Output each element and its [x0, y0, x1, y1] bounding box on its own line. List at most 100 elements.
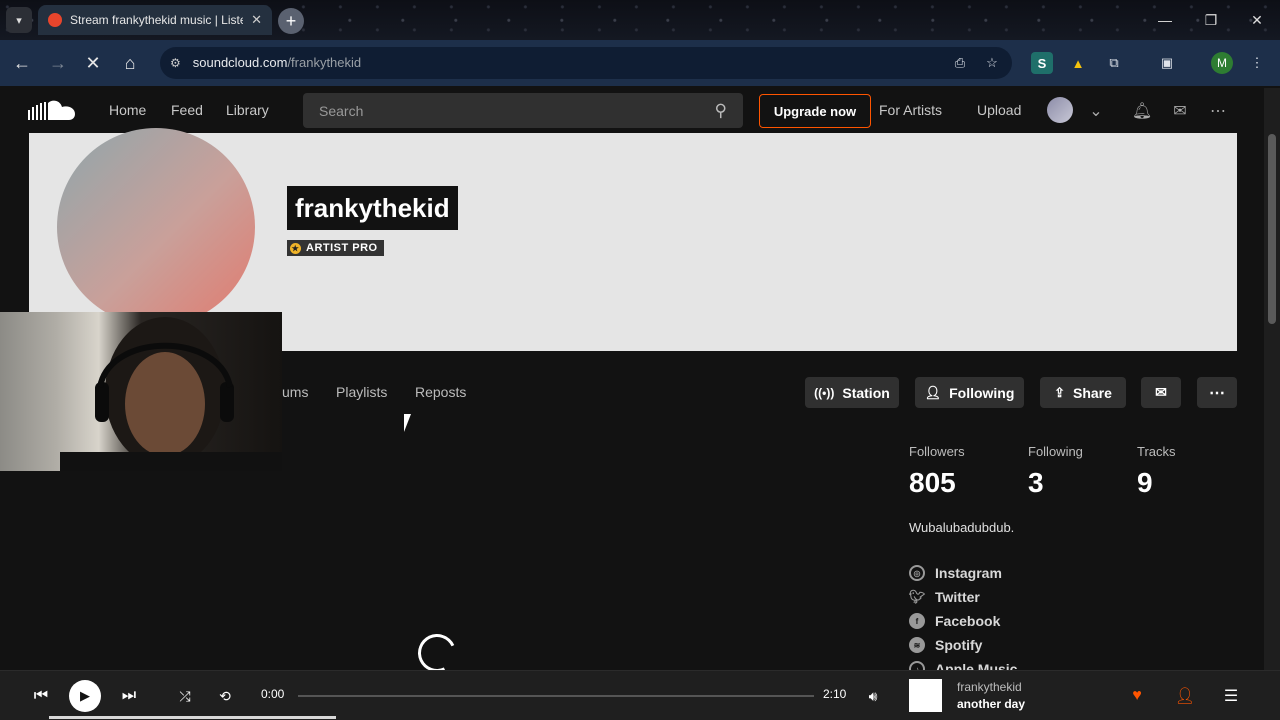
webcam-overlay [0, 312, 282, 471]
previous-track-icon[interactable]: ⏮ [28, 683, 54, 709]
twitter-label: Twitter [935, 589, 980, 605]
restore-icon[interactable]: ❐ [1188, 0, 1234, 40]
search-input[interactable] [319, 102, 689, 119]
messages-icon[interactable]: ✉ [1169, 100, 1191, 122]
apple-music-icon: ♪ [909, 661, 925, 670]
tracks-label[interactable]: Tracks [1137, 444, 1176, 459]
queue-icon[interactable]: ☰ [1218, 683, 1244, 709]
upload-link[interactable]: Upload [977, 102, 1021, 118]
soundcloud-favicon-icon [48, 13, 62, 27]
user-avatar[interactable] [1047, 97, 1073, 123]
notifications-bell-icon[interactable]: 🔔︎ [1131, 100, 1153, 122]
nav-feed[interactable]: Feed [171, 102, 203, 118]
artist-pro-badge: ★ ARTIST PRO [287, 240, 384, 256]
tab-search-dropdown-icon[interactable]: ▾ [6, 7, 32, 33]
soundcloud-header: Home Feed Library ⚲ Upgrade now For Arti… [0, 88, 1264, 132]
follow-user-icon[interactable]: 👤︎ [1172, 683, 1198, 709]
volume-icon[interactable]: 🔊︎ [860, 683, 886, 709]
profile-username: frankythekid [287, 186, 458, 230]
social-link-spotify[interactable]: ≋ Spotify [909, 637, 982, 653]
instagram-icon: ◎ [909, 565, 925, 581]
minimize-icon[interactable]: — [1142, 0, 1188, 40]
progress-bar[interactable] [298, 695, 814, 697]
address-bar[interactable]: ⚙ soundcloud.com/frankythekid [160, 47, 1012, 79]
install-app-icon[interactable]: ⎙ [949, 52, 971, 74]
nav-home[interactable]: Home [109, 102, 146, 118]
social-link-facebook[interactable]: f Facebook [909, 613, 1000, 629]
browser-tab-bar: ▾ Stream frankythekid music | Listen ✕ +… [0, 0, 1280, 40]
station-label: Station [842, 384, 890, 401]
elapsed-time: 0:00 [261, 687, 285, 701]
share-icon: ⇪ [1054, 384, 1065, 400]
search-box: ⚲ [303, 93, 743, 128]
repeat-icon[interactable]: ⟲ [212, 683, 238, 709]
envelope-icon: ✉ [1155, 384, 1167, 400]
more-actions-button[interactable]: ⋯ [1197, 377, 1237, 408]
followers-count[interactable]: 805 [909, 467, 956, 499]
spotify-icon: ≋ [909, 637, 925, 653]
station-button[interactable]: ((•)) Station [805, 377, 899, 408]
tab-reposts[interactable]: Reposts [415, 384, 466, 400]
nav-library[interactable]: Library [226, 102, 269, 118]
soundcloud-logo-icon[interactable] [28, 98, 78, 122]
instagram-label: Instagram [935, 565, 1002, 581]
following-count[interactable]: 3 [1028, 467, 1044, 499]
stop-loading-icon[interactable]: ✕ [78, 48, 108, 78]
upgrade-now-button[interactable]: Upgrade now [759, 94, 871, 128]
taskbar-indicator [49, 716, 336, 719]
tracks-count[interactable]: 9 [1137, 467, 1153, 499]
url-host: soundcloud.com [192, 55, 288, 70]
track-title[interactable]: another day [957, 697, 1025, 711]
social-link-instagram[interactable]: ◎ Instagram [909, 565, 1002, 581]
share-button[interactable]: ⇪ Share [1040, 377, 1126, 408]
apple-music-label: Apple Music [935, 661, 1018, 670]
message-button[interactable]: ✉ [1141, 377, 1181, 408]
followers-label[interactable]: Followers [909, 444, 965, 459]
following-label: Following [949, 384, 1015, 401]
playback-bar: ⏮ ▶ ⏭ ⤮ ⟲ 0:00 2:10 🔊︎ frankythekid anot… [0, 670, 1280, 720]
star-icon: ★ [290, 242, 301, 254]
facebook-label: Facebook [935, 613, 1001, 629]
more-options-icon[interactable]: ⋯ [1207, 100, 1229, 122]
browser-tab[interactable]: Stream frankythekid music | Listen ✕ [38, 5, 272, 35]
google-drive-icon[interactable]: ▲ [1067, 52, 1089, 74]
for-artists-link[interactable]: For Artists [879, 102, 942, 118]
window-close-icon[interactable]: ✕ [1234, 0, 1280, 40]
search-icon[interactable]: ⚲ [715, 101, 727, 121]
browser-menu-icon[interactable]: ⋮ [1246, 52, 1268, 74]
home-icon[interactable]: ⌂ [115, 48, 145, 78]
social-link-apple-music[interactable]: ♪ Apple Music [909, 661, 1017, 670]
social-link-twitter[interactable]: 🐦︎ Twitter [909, 589, 980, 605]
side-panel-icon[interactable]: ▣ [1156, 52, 1178, 74]
following-button[interactable]: 👤︎ Following [915, 377, 1024, 408]
play-button[interactable]: ▶ [69, 680, 101, 712]
next-track-icon[interactable]: ⏭ [116, 683, 142, 709]
bookmark-star-icon[interactable]: ☆ [981, 52, 1003, 74]
tab-playlists[interactable]: Playlists [336, 384, 387, 400]
forward-icon[interactable]: → [43, 48, 73, 78]
extension-s-icon[interactable]: S [1031, 52, 1053, 74]
back-icon[interactable]: ← [7, 48, 37, 78]
track-duration: 2:10 [823, 687, 847, 701]
profile-bio: Wubalubadubdub. [909, 520, 1015, 535]
shuffle-icon[interactable]: ⤮ [172, 683, 198, 709]
tab-close-icon[interactable]: ✕ [251, 12, 262, 28]
tab-albums[interactable]: ums [282, 384, 308, 400]
like-heart-icon[interactable]: ♥ [1124, 683, 1150, 709]
scrollbar-thumb[interactable] [1268, 134, 1276, 324]
more-icon: ⋯ [1209, 384, 1225, 402]
browser-profile-avatar[interactable]: M [1211, 52, 1233, 74]
following-count-label[interactable]: Following [1028, 444, 1083, 459]
track-artist[interactable]: frankythekid [957, 680, 1022, 694]
profile-avatar [57, 128, 255, 326]
site-info-icon[interactable]: ⚙ [170, 56, 181, 70]
badge-label: ARTIST PRO [306, 242, 378, 254]
track-artwork[interactable] [909, 679, 942, 712]
station-icon: ((•)) [814, 385, 835, 400]
chevron-down-icon[interactable]: ⌄ [1085, 100, 1107, 122]
new-tab-icon[interactable]: + [278, 8, 304, 34]
webcam-person-image [60, 317, 282, 471]
tab-title: Stream frankythekid music | Listen [70, 13, 244, 27]
extensions-puzzle-icon[interactable]: ⧉ [1103, 52, 1125, 74]
facebook-icon: f [909, 613, 925, 629]
